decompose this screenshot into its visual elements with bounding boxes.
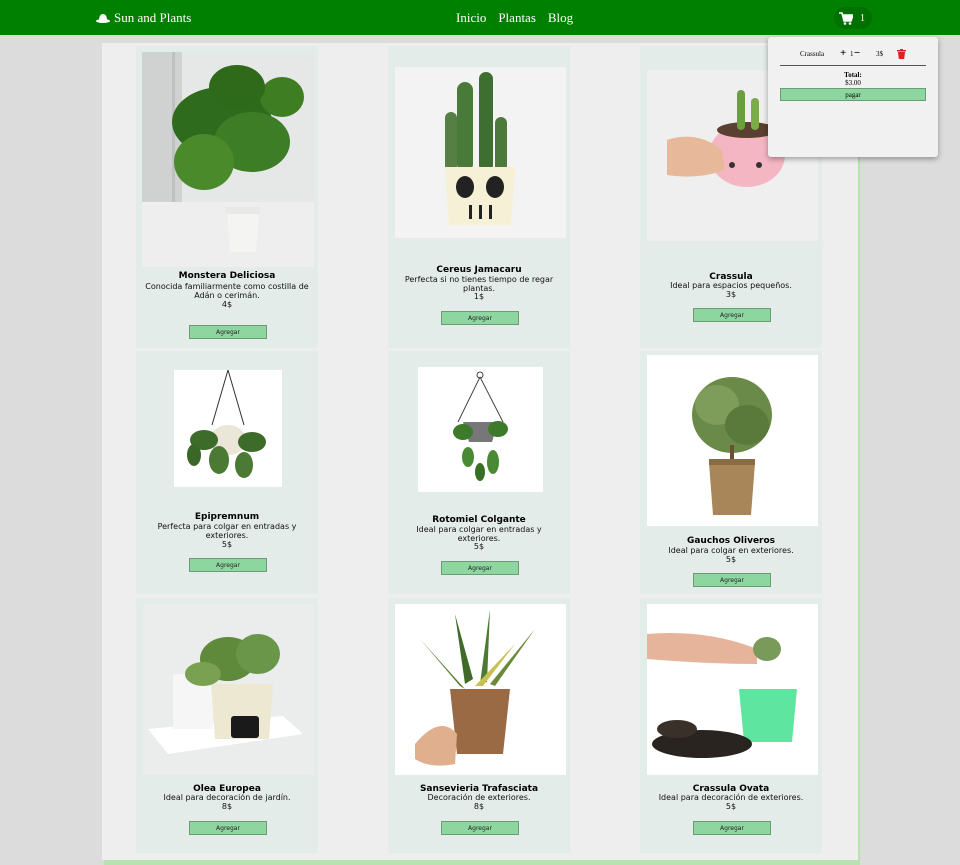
nav-link-plantas[interactable]: Plantas bbox=[498, 10, 536, 26]
trash-icon[interactable] bbox=[897, 49, 906, 59]
product-description: Ideal para colgar en entradas y exterior… bbox=[416, 525, 542, 543]
product-name: Epipremnum bbox=[194, 512, 260, 522]
olive-tree-image bbox=[647, 355, 818, 526]
product-name: Rotomiel Colgante bbox=[432, 515, 526, 525]
product-price: 5$ bbox=[221, 540, 233, 549]
add-to-cart-button[interactable]: Agregar bbox=[189, 821, 267, 835]
brand-link[interactable]: Sun and Plants bbox=[96, 10, 191, 26]
add-to-cart-button[interactable]: Agregar bbox=[693, 308, 771, 322]
product-card-epipremnum: Epipremnum Perfecta para colgar en entra… bbox=[136, 351, 318, 594]
cart-button[interactable]: 1 bbox=[834, 7, 872, 29]
cart-popup: Crassula + 1 − 3$ Total: $3.00 pagar bbox=[768, 37, 938, 157]
product-image bbox=[142, 52, 314, 267]
product-image bbox=[647, 604, 818, 775]
product-price: 8$ bbox=[473, 802, 485, 811]
product-card-rotomiel: Rotomiel Colgante Ideal para colgar en e… bbox=[388, 351, 570, 594]
cart-total-value: $3.00 bbox=[845, 79, 861, 87]
product-description: Conocida familiarmente como costilla de … bbox=[145, 282, 309, 300]
product-image bbox=[418, 367, 543, 492]
add-to-cart-button[interactable]: Agregar bbox=[441, 561, 519, 575]
product-description: Ideal para decoración de exteriores. bbox=[658, 793, 804, 802]
hanging-basket-image bbox=[418, 367, 543, 492]
product-image bbox=[395, 67, 566, 238]
add-to-cart-button[interactable]: Agregar bbox=[189, 558, 267, 572]
increase-quantity-button[interactable]: + bbox=[840, 47, 846, 59]
product-name: Gauchos Oliveros bbox=[686, 536, 776, 546]
product-image bbox=[395, 604, 566, 775]
nav-link-blog[interactable]: Blog bbox=[548, 10, 573, 26]
product-price: 8$ bbox=[221, 802, 233, 811]
product-image bbox=[143, 604, 314, 775]
product-card-crassula-ovata: Crassula Ovata Ideal para decoración de … bbox=[640, 598, 822, 853]
product-description: Perfecta si no tienes tiempo de regar pl… bbox=[404, 275, 554, 293]
cart-item-price: 3$ bbox=[876, 50, 883, 58]
product-description: Ideal para espacios pequeños. bbox=[670, 281, 792, 290]
cactus-image bbox=[395, 67, 566, 238]
product-price: 4$ bbox=[221, 300, 233, 309]
product-card-sansevieria: Sansevieria Trafasciata Decoración de ex… bbox=[388, 598, 570, 853]
cart-item-quantity: 1 bbox=[850, 50, 854, 58]
product-price: 5$ bbox=[473, 542, 485, 551]
product-card-monstera: Monstera Deliciosa Conocida familiarment… bbox=[136, 46, 318, 348]
add-to-cart-button[interactable]: Agregar bbox=[693, 821, 771, 835]
product-price: 5$ bbox=[725, 802, 737, 811]
navbar: Sun and Plants Inicio Plantas Blog 1 bbox=[0, 0, 960, 35]
product-description: Ideal para colgar en exteriores. bbox=[668, 546, 794, 555]
monstera-plant-image bbox=[142, 52, 314, 267]
pay-button[interactable]: pagar bbox=[780, 88, 926, 101]
snake-plant-image bbox=[395, 604, 566, 775]
add-to-cart-button[interactable]: Agregar bbox=[441, 821, 519, 835]
product-description: Decoración de exteriores. bbox=[427, 793, 531, 802]
product-price: 5$ bbox=[725, 555, 737, 564]
product-name: Monstera Deliciosa bbox=[178, 271, 276, 281]
product-card-cereus: Cereus Jamacaru Perfecta si no tienes ti… bbox=[388, 46, 570, 348]
product-description: Perfecta para colgar en entradas y exter… bbox=[157, 522, 297, 540]
nav-links: Inicio Plantas Blog bbox=[456, 10, 573, 26]
hanging-pot-image bbox=[174, 370, 282, 487]
cart-icon bbox=[839, 11, 853, 25]
product-description: Ideal para decoración de jardín. bbox=[163, 793, 291, 802]
brand-name: Sun and Plants bbox=[114, 10, 192, 25]
decrease-quantity-button[interactable]: − bbox=[854, 47, 860, 59]
cart-count: 1 bbox=[860, 12, 865, 24]
face-planter-image bbox=[143, 604, 314, 775]
product-card-gauchos: Gauchos Oliveros Ideal para colgar en ex… bbox=[640, 351, 822, 594]
nav-link-inicio[interactable]: Inicio bbox=[456, 10, 486, 26]
cart-total-label: Total: bbox=[844, 71, 862, 79]
cart-item-name: Crassula bbox=[800, 50, 825, 58]
green-pot-image bbox=[647, 604, 818, 775]
add-to-cart-button[interactable]: Agregar bbox=[693, 573, 771, 587]
product-price: 1$ bbox=[473, 292, 485, 301]
product-image bbox=[647, 355, 818, 526]
product-grid: Monstera Deliciosa Conocida familiarment… bbox=[102, 43, 858, 860]
product-name: Cereus Jamacaru bbox=[436, 265, 522, 275]
product-price: 3$ bbox=[725, 290, 737, 299]
add-to-cart-button[interactable]: Agregar bbox=[441, 311, 519, 325]
cart-item-row: Crassula + 1 − 3$ bbox=[780, 47, 926, 60]
product-image bbox=[174, 370, 282, 487]
add-to-cart-button[interactable]: Agregar bbox=[189, 325, 267, 339]
cart-divider bbox=[780, 65, 926, 66]
hat-icon bbox=[96, 14, 110, 23]
product-card-olea: Olea Europea Ideal para decoración de ja… bbox=[136, 598, 318, 853]
